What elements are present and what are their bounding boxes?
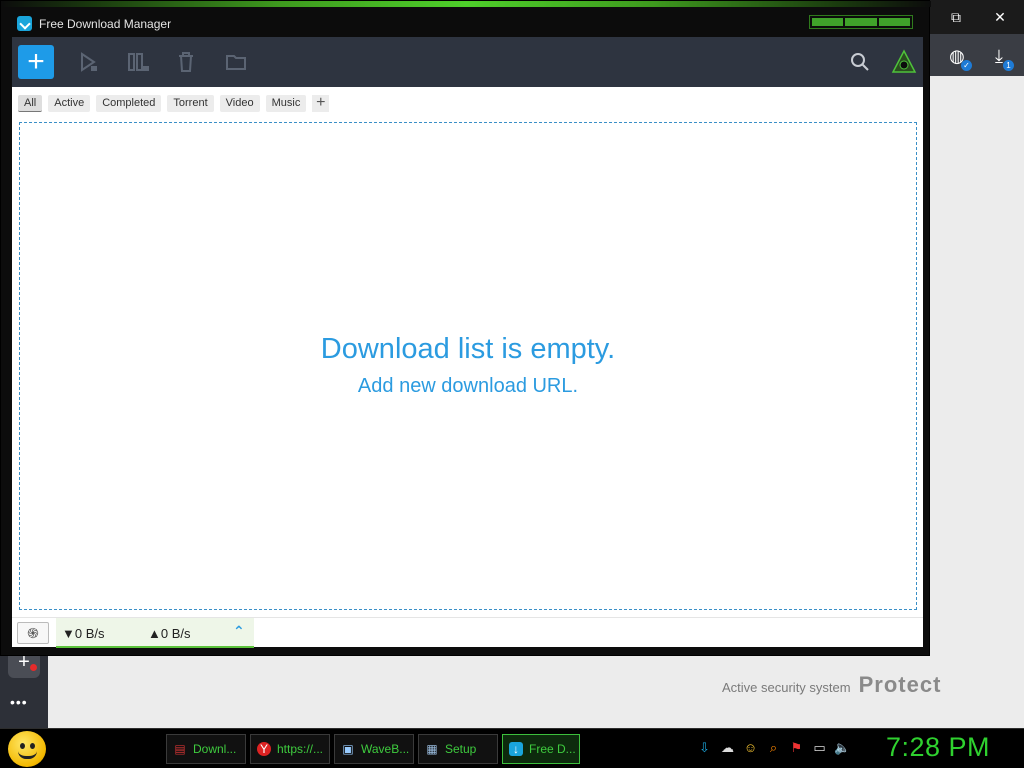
notification-dot [30, 664, 37, 671]
fdm-app-icon [17, 16, 32, 31]
browser-sidebar: + ••• [0, 650, 48, 728]
close-icon[interactable]: ✕ [990, 8, 1010, 26]
protect-check-badge: ✓ [961, 60, 972, 71]
volume-icon[interactable]: 🔈 [834, 739, 851, 756]
start-mouth [18, 751, 37, 759]
search-tray-icon[interactable]: ⌕ [765, 739, 782, 756]
pause-icon[interactable] [120, 45, 156, 79]
title-bar[interactable]: Free Download Manager [1, 9, 929, 37]
chevron-up-icon[interactable]: ⌃ [233, 623, 245, 640]
status-bar: ֍ ▼0 B/s ▲0 B/s ⌃ [12, 617, 923, 648]
browser-title-bar: ⧉ ✕ [930, 0, 1024, 34]
restore-icon[interactable]: ⧉ [946, 8, 966, 26]
taskbar-item-browser[interactable]: Y https://... [250, 734, 330, 764]
fdm-tray-icon[interactable]: ⇩ [696, 739, 713, 756]
more-icon[interactable]: ••• [10, 694, 28, 710]
app-icon: ▣ [342, 742, 354, 756]
snail-mode-icon[interactable]: ֍ [17, 622, 49, 644]
taskbar: ▤ Downl... Y https://... ▣ WaveB... ▦ Se… [0, 728, 1024, 768]
taskbar-item-label: https://... [277, 742, 324, 756]
maximize-button[interactable] [845, 18, 877, 26]
speed-panel[interactable]: ▼0 B/s ▲0 B/s ⌃ [56, 618, 254, 648]
folder-icon[interactable] [218, 45, 254, 79]
taskbar-item-downloads[interactable]: ▤ Downl... [166, 734, 246, 764]
resume-icon[interactable] [70, 45, 106, 79]
fdm-icon: ↓ [509, 742, 523, 756]
taskbar-item-label: WaveB... [361, 742, 410, 756]
browser-toolbar: ◍ ✓ ⤓ 1 [930, 34, 1024, 76]
download-list-dropzone[interactable]: Download list is empty. Add new download… [19, 122, 917, 610]
delete-icon[interactable] [168, 45, 204, 79]
clock[interactable]: 7:28 PM [886, 732, 990, 763]
window-controls[interactable] [809, 15, 913, 29]
setup-icon: ▦ [426, 742, 438, 756]
network-icon[interactable]: ▭ [811, 739, 828, 756]
start-eye-left [20, 743, 25, 749]
tab-music[interactable]: Music [265, 95, 307, 112]
taskbar-item-label: Setup [445, 742, 477, 756]
tab-video[interactable]: Video [219, 95, 260, 112]
start-eye-right [30, 743, 35, 749]
protect-caption: Active security system [722, 680, 851, 695]
tab-active[interactable]: Active [48, 95, 91, 112]
fdm-window: Free Download Manager + All Active Compl… [0, 0, 931, 656]
protect-banner: Active security system Protect [722, 672, 941, 698]
upload-speed: ▲0 B/s [148, 626, 191, 641]
filter-tabs: All Active Completed Torrent Video Music… [18, 95, 330, 112]
tab-completed[interactable]: Completed [96, 95, 162, 112]
window-accent-bar [1, 1, 931, 7]
tab-torrent[interactable]: Torrent [167, 95, 214, 112]
close-button[interactable] [878, 18, 910, 26]
window-title: Free Download Manager [39, 17, 172, 31]
protect-icon[interactable]: ◍ ✓ [945, 44, 972, 71]
empty-list-title: Download list is empty. [320, 333, 616, 365]
minimize-button[interactable] [812, 18, 844, 26]
taskbar-item-waveb[interactable]: ▣ WaveB... [334, 734, 414, 764]
menu-icon[interactable] [886, 45, 922, 79]
taskbar-item-label: Downl... [193, 742, 237, 756]
flag-icon[interactable]: ⚑ [788, 739, 805, 756]
add-tab-button[interactable]: + [312, 95, 330, 112]
taskbar-item-setup[interactable]: ▦ Setup [418, 734, 498, 764]
start-button[interactable] [8, 731, 46, 767]
taskbar-item-fdm[interactable]: ↓ Free D... [502, 734, 580, 764]
download-speed: ▼0 B/s [62, 626, 105, 641]
downloads-icon[interactable]: ⤓ 1 [987, 44, 1014, 71]
add-download-button[interactable]: + [18, 45, 54, 79]
main-content: All Active Completed Torrent Video Music… [12, 87, 923, 648]
cloud-icon[interactable]: ☁ [719, 739, 736, 756]
yandex-icon: Y [257, 742, 271, 756]
doc-icon: ▤ [174, 742, 186, 756]
search-icon[interactable] [842, 45, 878, 79]
protect-logo: Protect [858, 672, 942, 697]
system-tray: ⇩ ☁ ☺ ⌕ ⚑ ▭ 🔈 [696, 739, 851, 756]
tab-all[interactable]: All [18, 95, 43, 112]
add-url-link[interactable]: Add new download URL. [20, 375, 916, 398]
toolbar: + [12, 37, 923, 87]
taskbar-item-label: Free D... [529, 742, 576, 756]
downloads-count-badge: 1 [1003, 60, 1014, 71]
accessibility-icon[interactable]: ☺ [742, 739, 759, 756]
